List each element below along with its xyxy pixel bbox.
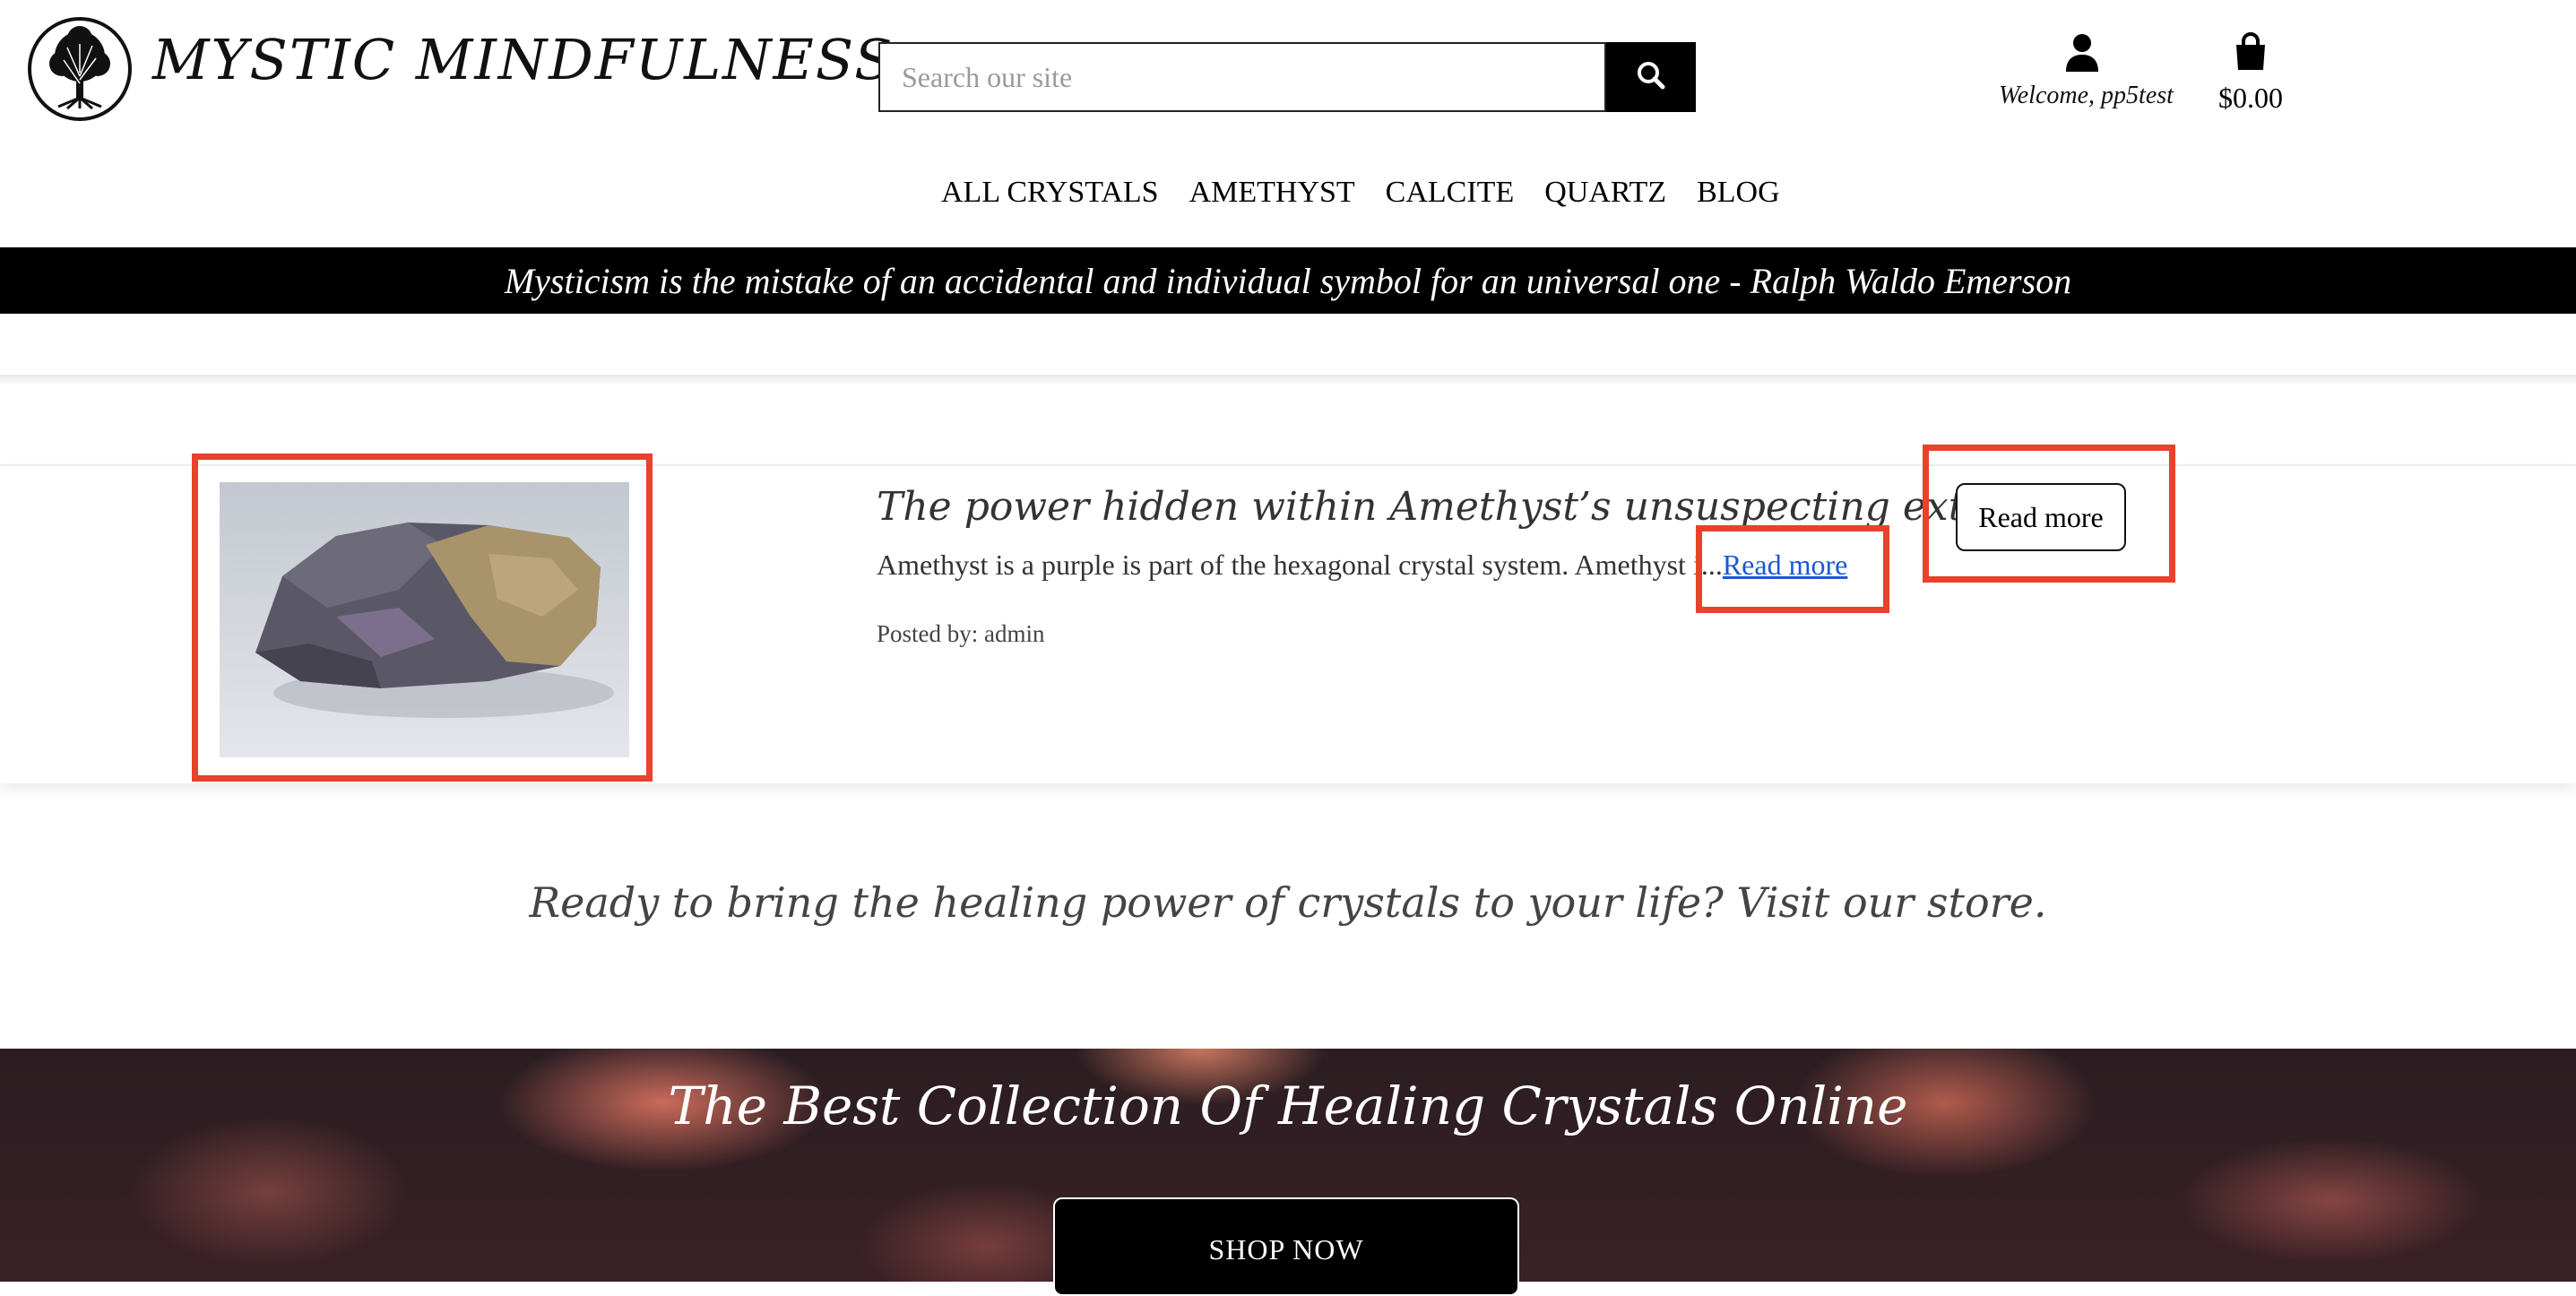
user-icon — [2064, 34, 2100, 75]
welcome-label: Welcome, pp5test — [1999, 82, 2174, 109]
main-nav: ALL CRYSTALS AMETHYST CALCITE QUARTZ BLO… — [941, 176, 1780, 210]
account-menu[interactable]: Welcome, pp5test — [1999, 32, 2174, 110]
cart-link[interactable]: $0.00 — [2205, 32, 2296, 115]
highlight-inline-link — [1696, 525, 1889, 613]
search-input[interactable] — [878, 42, 1606, 112]
nav-item-blog[interactable]: BLOG — [1697, 176, 1780, 210]
search-icon — [1635, 59, 1667, 96]
tree-logo-icon[interactable] — [28, 17, 132, 121]
read-more-button[interactable]: Read more — [1956, 483, 2126, 551]
section-divider — [0, 375, 2576, 385]
excerpt-text: Amethyst is a purple is part of the hexa… — [877, 549, 1723, 581]
nav-item-all-crystals[interactable]: ALL CRYSTALS — [941, 176, 1159, 210]
quote-text: Mysticism is the mistake of an accidenta… — [504, 260, 2072, 301]
shopping-bag-icon — [2233, 32, 2269, 75]
nav-item-amethyst[interactable]: AMETHYST — [1189, 176, 1355, 210]
highlight-image — [192, 454, 653, 782]
nav-item-quartz[interactable]: QUARTZ — [1544, 176, 1666, 210]
nav-item-calcite[interactable]: CALCITE — [1386, 176, 1515, 210]
search-button[interactable] — [1606, 42, 1696, 112]
quote-banner: Mysticism is the mistake of an accidenta… — [0, 247, 2576, 314]
store-cta-text: Ready to bring the healing power of crys… — [529, 878, 2047, 927]
post-author: Posted by: admin — [877, 620, 1045, 647]
hero-title: The Best Collection Of Healing Crystals … — [668, 1076, 1908, 1136]
brand-name[interactable]: MYSTIC MINDFULNESS — [152, 27, 895, 92]
post-title[interactable]: The power hidden within Amethyst’s unsus… — [877, 484, 2062, 530]
cart-total: $0.00 — [2218, 82, 2283, 114]
